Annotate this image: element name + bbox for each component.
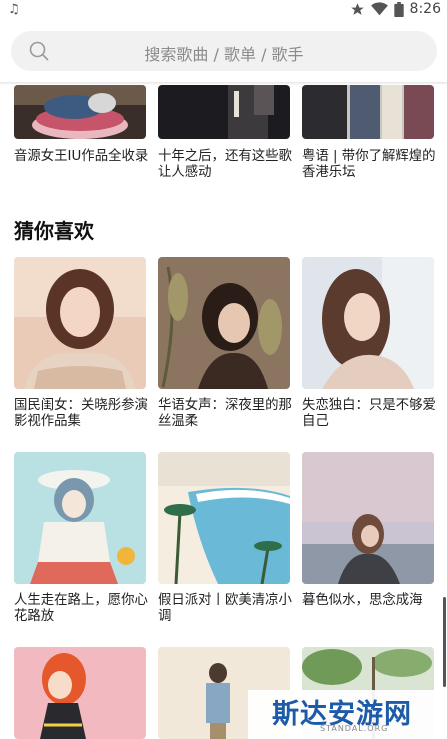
playlist-title-3[interactable]: 粤语 | 带你了解辉煌的香港乐坛: [302, 149, 440, 181]
music-note-icon: ♫: [8, 2, 20, 17]
playlist-title-2[interactable]: 十年之后，还有这些歌让人感动: [158, 149, 296, 181]
recommend-cover-7[interactable]: [14, 647, 146, 739]
status-icons: 8:26: [350, 1, 441, 17]
recommend-cover-5[interactable]: [158, 452, 290, 584]
playlist-cover-1[interactable]: [14, 85, 146, 139]
recommend-title-4[interactable]: 人生走在路上，愿你心花路放: [14, 593, 152, 625]
recommend-cover-6[interactable]: [302, 452, 434, 584]
search-placeholder: 搜索歌曲 / 歌单 / 歌手: [144, 45, 304, 64]
recommend-title-2[interactable]: 华语女声：深夜里的那丝温柔: [158, 398, 296, 430]
recommend-cover-4[interactable]: [14, 452, 146, 584]
recommend-cover-1[interactable]: [14, 257, 146, 389]
status-time: 8:26: [409, 1, 441, 17]
search-bar[interactable]: 搜索歌曲 / 歌单 / 歌手: [11, 31, 437, 71]
section-title: 猜你喜欢: [14, 219, 94, 243]
playlist-cover-2[interactable]: [158, 85, 290, 139]
battery-icon: [393, 1, 404, 17]
wifi-icon: [370, 2, 388, 16]
watermark-subtext: STANDAL.ORG: [320, 724, 389, 733]
recommend-title-3[interactable]: 失恋独白：只是不够爱自己: [302, 398, 440, 430]
recommend-title-1[interactable]: 国民闺女：关晓彤参演影视作品集: [14, 398, 152, 430]
playlist-title-1[interactable]: 音源女王IU作品全收录: [14, 149, 152, 165]
status-bar: ♫ 8:26: [0, 0, 447, 22]
watermark: 斯达安游网 STANDAL.ORG: [248, 690, 445, 739]
recommend-cover-2[interactable]: [158, 257, 290, 389]
recommend-title-5[interactable]: 假日派对丨欧美清凉小调: [158, 593, 296, 625]
recommend-cover-3[interactable]: [302, 257, 434, 389]
scrollbar[interactable]: [443, 597, 446, 687]
playlist-cover-3[interactable]: [302, 85, 434, 139]
recommend-title-6[interactable]: 暮色似水，思念成海: [302, 593, 440, 609]
star-icon: [350, 2, 364, 15]
